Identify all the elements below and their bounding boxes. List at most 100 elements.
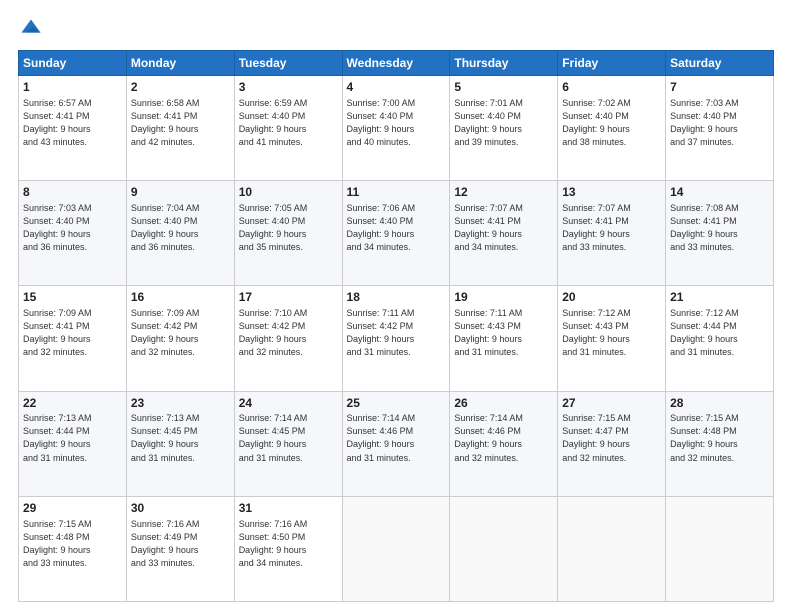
calendar-cell: 10Sunrise: 7:05 AMSunset: 4:40 PMDayligh… — [234, 181, 342, 286]
day-number: 14 — [670, 184, 769, 201]
day-info: Sunrise: 7:16 AMSunset: 4:49 PMDaylight:… — [131, 518, 230, 570]
day-number: 23 — [131, 395, 230, 412]
day-info: Sunrise: 7:03 AMSunset: 4:40 PMDaylight:… — [23, 202, 122, 254]
day-number: 15 — [23, 289, 122, 306]
day-info: Sunrise: 7:09 AMSunset: 4:42 PMDaylight:… — [131, 307, 230, 359]
day-number: 17 — [239, 289, 338, 306]
day-info: Sunrise: 7:09 AMSunset: 4:41 PMDaylight:… — [23, 307, 122, 359]
day-number: 28 — [670, 395, 769, 412]
day-info: Sunrise: 7:15 AMSunset: 4:47 PMDaylight:… — [562, 412, 661, 464]
day-number: 9 — [131, 184, 230, 201]
calendar-cell: 11Sunrise: 7:06 AMSunset: 4:40 PMDayligh… — [342, 181, 450, 286]
calendar-cell: 24Sunrise: 7:14 AMSunset: 4:45 PMDayligh… — [234, 391, 342, 496]
calendar-cell: 16Sunrise: 7:09 AMSunset: 4:42 PMDayligh… — [126, 286, 234, 391]
day-number: 13 — [562, 184, 661, 201]
logo-icon — [20, 18, 42, 40]
day-info: Sunrise: 7:03 AMSunset: 4:40 PMDaylight:… — [670, 97, 769, 149]
calendar-cell: 17Sunrise: 7:10 AMSunset: 4:42 PMDayligh… — [234, 286, 342, 391]
day-info: Sunrise: 6:57 AMSunset: 4:41 PMDaylight:… — [23, 97, 122, 149]
day-info: Sunrise: 7:13 AMSunset: 4:45 PMDaylight:… — [131, 412, 230, 464]
day-number: 10 — [239, 184, 338, 201]
calendar-table: SundayMondayTuesdayWednesdayThursdayFrid… — [18, 50, 774, 602]
day-number: 29 — [23, 500, 122, 517]
calendar-cell — [666, 496, 774, 601]
day-info: Sunrise: 7:00 AMSunset: 4:40 PMDaylight:… — [347, 97, 446, 149]
day-number: 1 — [23, 79, 122, 96]
col-header-monday: Monday — [126, 51, 234, 76]
day-info: Sunrise: 6:59 AMSunset: 4:40 PMDaylight:… — [239, 97, 338, 149]
day-number: 5 — [454, 79, 553, 96]
calendar-cell: 9Sunrise: 7:04 AMSunset: 4:40 PMDaylight… — [126, 181, 234, 286]
calendar-cell — [342, 496, 450, 601]
calendar-week-3: 15Sunrise: 7:09 AMSunset: 4:41 PMDayligh… — [19, 286, 774, 391]
calendar-cell: 25Sunrise: 7:14 AMSunset: 4:46 PMDayligh… — [342, 391, 450, 496]
day-number: 19 — [454, 289, 553, 306]
calendar-cell: 19Sunrise: 7:11 AMSunset: 4:43 PMDayligh… — [450, 286, 558, 391]
calendar-cell: 7Sunrise: 7:03 AMSunset: 4:40 PMDaylight… — [666, 76, 774, 181]
day-info: Sunrise: 7:11 AMSunset: 4:43 PMDaylight:… — [454, 307, 553, 359]
day-info: Sunrise: 7:14 AMSunset: 4:46 PMDaylight:… — [347, 412, 446, 464]
calendar-cell: 1Sunrise: 6:57 AMSunset: 4:41 PMDaylight… — [19, 76, 127, 181]
calendar-cell: 20Sunrise: 7:12 AMSunset: 4:43 PMDayligh… — [558, 286, 666, 391]
day-number: 21 — [670, 289, 769, 306]
day-number: 11 — [347, 184, 446, 201]
calendar-cell: 12Sunrise: 7:07 AMSunset: 4:41 PMDayligh… — [450, 181, 558, 286]
calendar-cell: 2Sunrise: 6:58 AMSunset: 4:41 PMDaylight… — [126, 76, 234, 181]
calendar-header-row: SundayMondayTuesdayWednesdayThursdayFrid… — [19, 51, 774, 76]
col-header-thursday: Thursday — [450, 51, 558, 76]
day-info: Sunrise: 7:01 AMSunset: 4:40 PMDaylight:… — [454, 97, 553, 149]
day-info: Sunrise: 7:15 AMSunset: 4:48 PMDaylight:… — [670, 412, 769, 464]
calendar-week-2: 8Sunrise: 7:03 AMSunset: 4:40 PMDaylight… — [19, 181, 774, 286]
day-number: 18 — [347, 289, 446, 306]
calendar-cell: 21Sunrise: 7:12 AMSunset: 4:44 PMDayligh… — [666, 286, 774, 391]
day-number: 7 — [670, 79, 769, 96]
calendar-cell: 29Sunrise: 7:15 AMSunset: 4:48 PMDayligh… — [19, 496, 127, 601]
calendar-cell: 4Sunrise: 7:00 AMSunset: 4:40 PMDaylight… — [342, 76, 450, 181]
calendar-cell: 6Sunrise: 7:02 AMSunset: 4:40 PMDaylight… — [558, 76, 666, 181]
calendar-cell: 18Sunrise: 7:11 AMSunset: 4:42 PMDayligh… — [342, 286, 450, 391]
day-info: Sunrise: 7:06 AMSunset: 4:40 PMDaylight:… — [347, 202, 446, 254]
day-info: Sunrise: 7:04 AMSunset: 4:40 PMDaylight:… — [131, 202, 230, 254]
calendar-cell: 23Sunrise: 7:13 AMSunset: 4:45 PMDayligh… — [126, 391, 234, 496]
day-info: Sunrise: 7:11 AMSunset: 4:42 PMDaylight:… — [347, 307, 446, 359]
day-number: 2 — [131, 79, 230, 96]
day-info: Sunrise: 7:07 AMSunset: 4:41 PMDaylight:… — [454, 202, 553, 254]
col-header-saturday: Saturday — [666, 51, 774, 76]
day-info: Sunrise: 7:12 AMSunset: 4:43 PMDaylight:… — [562, 307, 661, 359]
calendar-cell: 27Sunrise: 7:15 AMSunset: 4:47 PMDayligh… — [558, 391, 666, 496]
day-info: Sunrise: 7:16 AMSunset: 4:50 PMDaylight:… — [239, 518, 338, 570]
day-info: Sunrise: 7:12 AMSunset: 4:44 PMDaylight:… — [670, 307, 769, 359]
day-number: 3 — [239, 79, 338, 96]
day-number: 12 — [454, 184, 553, 201]
day-number: 27 — [562, 395, 661, 412]
day-number: 4 — [347, 79, 446, 96]
calendar-cell: 5Sunrise: 7:01 AMSunset: 4:40 PMDaylight… — [450, 76, 558, 181]
day-info: Sunrise: 7:02 AMSunset: 4:40 PMDaylight:… — [562, 97, 661, 149]
page: SundayMondayTuesdayWednesdayThursdayFrid… — [0, 0, 792, 612]
day-number: 20 — [562, 289, 661, 306]
day-info: Sunrise: 7:14 AMSunset: 4:45 PMDaylight:… — [239, 412, 338, 464]
logo-text — [18, 18, 42, 40]
day-info: Sunrise: 7:07 AMSunset: 4:41 PMDaylight:… — [562, 202, 661, 254]
calendar-cell: 15Sunrise: 7:09 AMSunset: 4:41 PMDayligh… — [19, 286, 127, 391]
day-info: Sunrise: 7:08 AMSunset: 4:41 PMDaylight:… — [670, 202, 769, 254]
col-header-sunday: Sunday — [19, 51, 127, 76]
calendar-cell — [450, 496, 558, 601]
calendar-cell: 22Sunrise: 7:13 AMSunset: 4:44 PMDayligh… — [19, 391, 127, 496]
calendar-cell: 13Sunrise: 7:07 AMSunset: 4:41 PMDayligh… — [558, 181, 666, 286]
col-header-friday: Friday — [558, 51, 666, 76]
day-number: 25 — [347, 395, 446, 412]
calendar-cell: 3Sunrise: 6:59 AMSunset: 4:40 PMDaylight… — [234, 76, 342, 181]
calendar-week-1: 1Sunrise: 6:57 AMSunset: 4:41 PMDaylight… — [19, 76, 774, 181]
logo — [18, 18, 42, 40]
calendar-body: 1Sunrise: 6:57 AMSunset: 4:41 PMDaylight… — [19, 76, 774, 602]
calendar-week-5: 29Sunrise: 7:15 AMSunset: 4:48 PMDayligh… — [19, 496, 774, 601]
day-number: 8 — [23, 184, 122, 201]
day-number: 22 — [23, 395, 122, 412]
day-info: Sunrise: 6:58 AMSunset: 4:41 PMDaylight:… — [131, 97, 230, 149]
calendar-cell: 31Sunrise: 7:16 AMSunset: 4:50 PMDayligh… — [234, 496, 342, 601]
day-number: 26 — [454, 395, 553, 412]
calendar-cell: 26Sunrise: 7:14 AMSunset: 4:46 PMDayligh… — [450, 391, 558, 496]
day-number: 16 — [131, 289, 230, 306]
col-header-tuesday: Tuesday — [234, 51, 342, 76]
